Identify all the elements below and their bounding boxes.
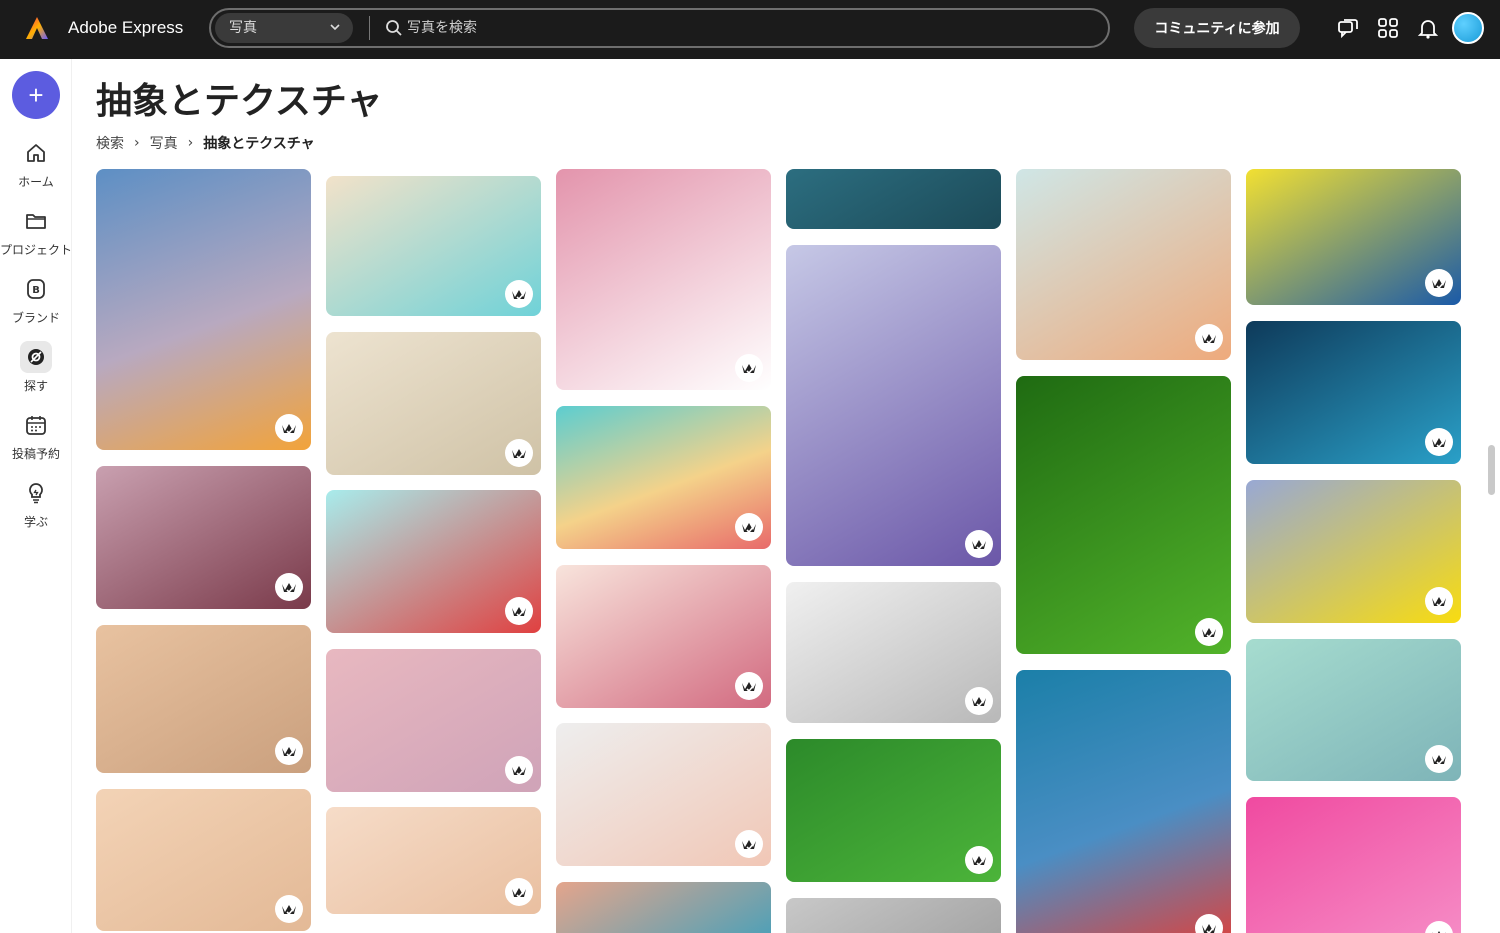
premium-crown-icon xyxy=(505,597,533,625)
svg-text:B: B xyxy=(32,285,40,296)
folder-icon xyxy=(26,214,46,229)
lavender-balloon-photo[interactable] xyxy=(786,245,1001,566)
white-seats-photo[interactable] xyxy=(786,582,1001,723)
create-new-button[interactable]: + xyxy=(12,71,60,119)
mauve-folds-photo[interactable] xyxy=(96,466,311,609)
palm-shadow-photo[interactable] xyxy=(96,789,311,931)
sidebar-item-label: プロジェクト xyxy=(0,243,73,257)
avatar[interactable] xyxy=(1452,12,1484,44)
chevron-right-icon: › xyxy=(187,135,194,151)
premium-crown-icon xyxy=(1425,745,1453,773)
blue-leaves-photo[interactable] xyxy=(1246,321,1461,464)
yellow-corner-photo[interactable] xyxy=(1246,169,1461,305)
makeup-smears-photo[interactable] xyxy=(96,625,311,773)
peach-bicycle-photo[interactable] xyxy=(1016,169,1231,360)
sidebar-item-label: 探す xyxy=(23,379,48,393)
backpack-photo[interactable] xyxy=(556,723,771,866)
puzzle-photo[interactable] xyxy=(1246,480,1461,623)
bell-icon[interactable] xyxy=(1416,16,1440,40)
premium-crown-icon xyxy=(965,687,993,715)
wool-fibers-photo[interactable] xyxy=(326,332,541,475)
chat-icon[interactable] xyxy=(1336,16,1360,40)
breadcrumb-link-photos[interactable]: 写真 xyxy=(150,133,178,153)
premium-crown-icon xyxy=(275,895,303,923)
breadcrumb-link-search[interactable]: 検索 xyxy=(96,133,124,153)
premium-crown-icon xyxy=(275,573,303,601)
brand-icon: B xyxy=(27,279,45,299)
premium-crown-icon xyxy=(965,530,993,558)
sidebar-item-label: 学ぶ xyxy=(23,515,48,529)
lightbulb-icon xyxy=(29,483,43,504)
breadcrumb: 検索 › 写真 › 抽象とテクスチャ xyxy=(96,133,315,153)
search-input[interactable] xyxy=(407,13,1087,43)
pink-marble-photo[interactable] xyxy=(326,649,541,792)
premium-crown-icon xyxy=(1195,914,1223,933)
sidebar-item-discover[interactable]: 探す xyxy=(0,341,72,401)
sidebar-item-projects[interactable]: プロジェクト xyxy=(0,205,72,265)
breadcrumb-current: 抽象とテクスチャ xyxy=(203,136,315,152)
pink-bubbles-photo[interactable] xyxy=(1246,797,1461,933)
premium-crown-icon xyxy=(1425,921,1453,933)
sugar-spoon-photo[interactable] xyxy=(556,169,771,390)
sidebar-item-label: ホーム xyxy=(18,175,54,189)
beach-sand-photo[interactable] xyxy=(326,176,541,316)
arcade-green-photo[interactable] xyxy=(1016,376,1231,654)
blue-flower-photo[interactable] xyxy=(1016,670,1231,933)
apps-grid-icon[interactable] xyxy=(1376,16,1400,40)
premium-crown-icon xyxy=(505,439,533,467)
chevron-right-icon: › xyxy=(134,135,140,151)
popsicle-photo[interactable] xyxy=(1246,639,1461,781)
premium-crown-icon xyxy=(735,672,763,700)
premium-crown-icon xyxy=(1195,324,1223,352)
sidebar-item-home[interactable]: ホーム xyxy=(0,137,72,197)
sidebar: + ホーム プロジェクト B ブランド 探す 投稿予約 学ぶ xyxy=(0,59,72,933)
premium-crown-icon xyxy=(505,756,533,784)
strawberries-photo[interactable] xyxy=(326,490,541,633)
sidebar-item-label: 投稿予約 xyxy=(11,447,60,461)
join-community-button[interactable]: コミュニティに参加 xyxy=(1134,8,1300,48)
adobe-express-logo-icon[interactable] xyxy=(24,15,50,41)
premium-crown-icon xyxy=(735,354,763,382)
search-bar: 写真 xyxy=(209,8,1110,48)
sunset-sky-photo[interactable] xyxy=(96,169,311,450)
premium-crown-icon xyxy=(505,878,533,906)
top-bar: Adobe Express 写真 コミュニティに参加 xyxy=(0,0,1500,59)
discover-icon xyxy=(28,349,44,365)
app-name[interactable]: Adobe Express xyxy=(68,18,183,38)
page-title: 抽象とテクスチャ xyxy=(96,81,383,122)
calendar-icon xyxy=(26,416,46,435)
sidebar-item-brand[interactable]: B ブランド xyxy=(0,273,72,333)
photo-grid xyxy=(96,169,1476,933)
chevron-down-icon xyxy=(329,13,341,54)
gray-texture-photo[interactable] xyxy=(786,898,1001,933)
peach-marble-photo[interactable] xyxy=(326,807,541,914)
premium-crown-icon xyxy=(1425,428,1453,456)
premium-crown-icon xyxy=(735,513,763,541)
beach-aerial-photo[interactable] xyxy=(556,882,771,933)
sidebar-item-learn[interactable]: 学ぶ xyxy=(0,477,72,537)
green-leaf-photo[interactable] xyxy=(786,739,1001,882)
premium-crown-icon xyxy=(735,830,763,858)
search-scope-label: 写真 xyxy=(229,20,257,36)
sidebar-item-schedule[interactable]: 投稿予約 xyxy=(0,409,72,469)
premium-crown-icon xyxy=(1425,269,1453,297)
premium-crown-icon xyxy=(1425,587,1453,615)
search-scope-dropdown[interactable]: 写真 xyxy=(215,13,353,43)
sidebar-item-label: ブランド xyxy=(11,311,60,325)
eyeshadow-swatches-photo[interactable] xyxy=(556,565,771,708)
search-divider xyxy=(369,16,370,40)
premium-crown-icon xyxy=(275,737,303,765)
search-icon xyxy=(386,20,402,36)
premium-crown-icon xyxy=(1195,618,1223,646)
premium-crown-icon xyxy=(505,280,533,308)
cake-layers-photo[interactable] xyxy=(556,406,771,549)
scrollbar-thumb[interactable] xyxy=(1488,445,1495,495)
river-stone-photo[interactable] xyxy=(786,169,1001,229)
premium-crown-icon xyxy=(275,414,303,442)
premium-crown-icon xyxy=(965,846,993,874)
home-icon xyxy=(27,144,45,162)
